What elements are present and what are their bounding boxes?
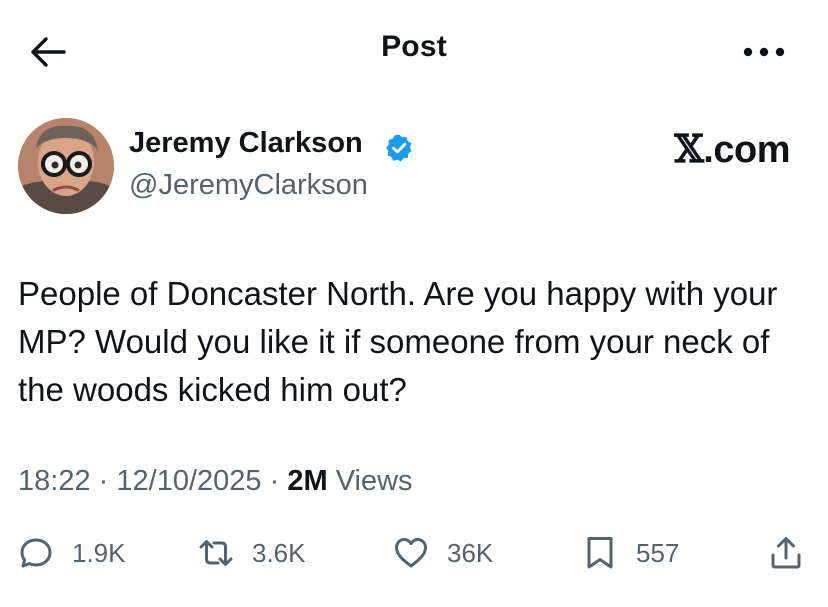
meta-separator: · [98,465,109,497]
repost-button[interactable]: 3.6K [198,528,306,578]
reply-count: 1.9K [72,537,126,568]
avatar-image [18,118,114,214]
bookmark-button[interactable]: 557 [582,528,679,578]
x-logo-text: .com [703,129,790,171]
more-options-button[interactable] [740,34,788,70]
post-date[interactable]: 12/10/2025 [116,465,261,497]
more-horizontal-icon [743,47,785,57]
avatar[interactable] [18,118,114,214]
views-count: 2M [287,465,328,497]
share-button[interactable] [768,528,804,578]
post-meta: 18:22 · 12/10/2025 · 2M Views [18,465,413,498]
views-label: Views [335,465,413,497]
reply-button[interactable]: 1.9K [18,528,126,578]
post-time[interactable]: 18:22 [18,465,91,497]
reply-icon [20,538,52,568]
bookmark-icon [587,537,613,569]
action-bar: 1.9K 3.6K 36K 557 [0,528,828,578]
x-logo-glyph: 𝕏 [674,126,704,171]
bookmark-count: 557 [636,537,680,568]
like-count: 36K [447,537,494,568]
verified-badge-icon [384,133,414,163]
repost-icon [199,540,233,566]
meta-separator: · [269,465,280,497]
like-button[interactable]: 36K [393,528,493,578]
like-icon [395,538,427,568]
post-page: Post Jeremy Clarkson @JeremyClarkson 𝕏.c… [0,0,828,607]
repost-count: 3.6K [252,537,306,568]
top-bar: Post [0,0,828,100]
author-handle[interactable]: @JeremyClarkson [129,169,368,202]
share-icon [771,537,801,569]
page-title: Post [381,30,447,63]
author-name[interactable]: Jeremy Clarkson [129,127,363,160]
post-text: People of Doncaster North. Are you happy… [18,275,778,408]
x-logo: 𝕏.com [674,126,790,172]
